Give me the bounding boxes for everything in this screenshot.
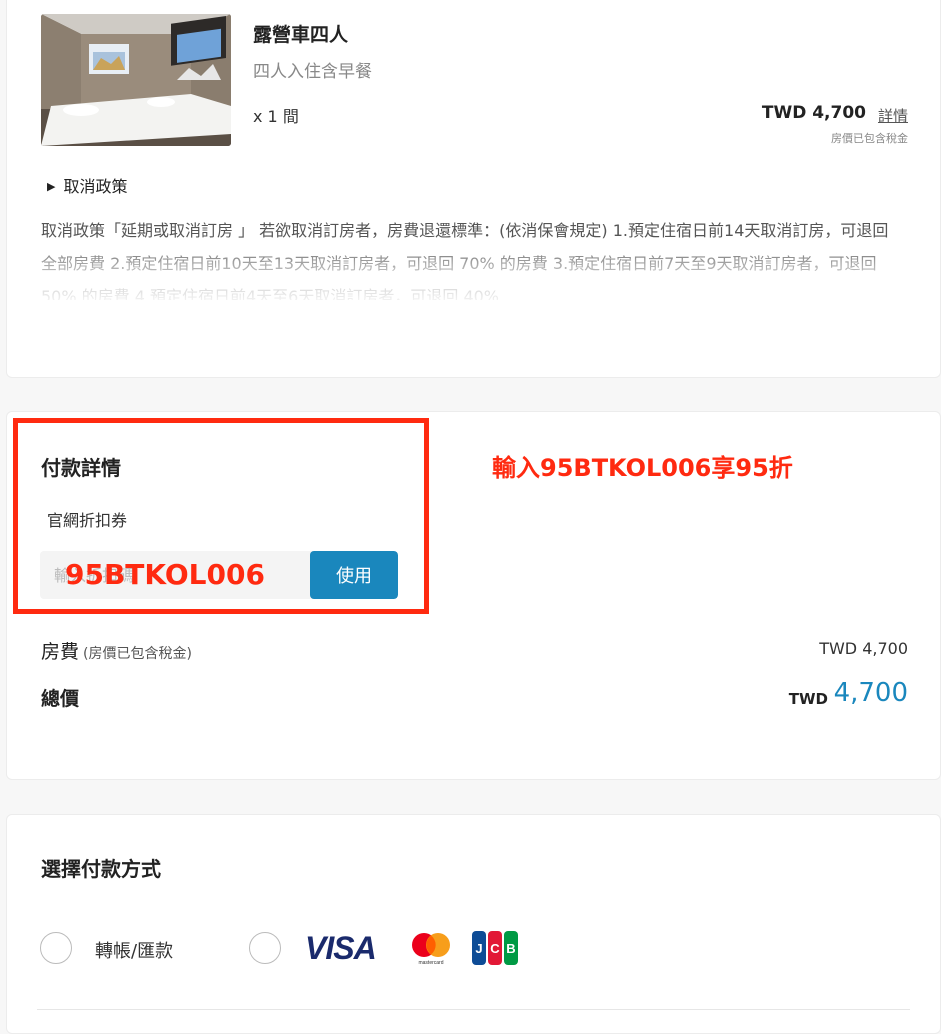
payment-title: 付款詳情 <box>41 456 121 480</box>
bank-transfer-radio[interactable] <box>40 932 72 964</box>
coupon-input[interactable] <box>40 551 310 599</box>
total-label: 總價 <box>41 688 80 710</box>
coupon-field-group: 使用 <box>40 551 398 599</box>
room-fee-text: 房費 <box>41 641 80 663</box>
room-fee-note: (房價已包含稅金) <box>83 646 192 662</box>
payment-method-card: 選擇付款方式 轉帳/匯款 VISA mastercard J C B <box>6 814 941 1034</box>
payment-details-card: 付款詳情 官網折扣券 使用 95BTKOL006 輸入95BTKOL006享95… <box>6 411 941 780</box>
detail-link[interactable]: 詳情 <box>878 105 908 126</box>
apply-coupon-button[interactable]: 使用 <box>310 551 398 599</box>
room-price: TWD 4,700 <box>761 103 866 123</box>
room-fee-label: 房費 (房價已包含稅金) <box>41 637 192 664</box>
tax-note: 房價已包含稅金 <box>831 132 908 145</box>
total-currency: TWD <box>788 690 828 708</box>
room-subtitle: 四人入住含早餐 <box>253 62 372 82</box>
promo-headline: 輸入95BTKOL006享95折 <box>492 454 793 482</box>
visa-logo: VISA <box>305 930 377 966</box>
mastercard-wordmark: mastercard <box>418 960 443 966</box>
triangle-right-icon: ▶ <box>47 180 56 193</box>
room-fee-value: TWD 4,700 <box>819 639 908 658</box>
svg-text:J: J <box>475 941 482 956</box>
cancel-policy-text: 取消政策「延期或取消訂房 」 若欲取消訂房者，房費退還標準：(依消保會規定) 1… <box>41 221 889 300</box>
room-quantity: x 1 間 <box>253 107 299 126</box>
mastercard-logo: mastercard <box>409 931 453 967</box>
room-card: 露營車四人 四人入住含早餐 x 1 間 TWD 4,700 詳情 房價已包含稅金… <box>6 0 941 378</box>
credit-card-radio[interactable] <box>249 932 281 964</box>
divider <box>37 1009 910 1010</box>
cancel-policy-label: 取消政策 <box>63 177 128 196</box>
svg-text:C: C <box>490 941 500 956</box>
bank-transfer-label: 轉帳/匯款 <box>95 941 174 962</box>
coupon-label: 官網折扣券 <box>47 511 128 530</box>
room-name: 露營車四人 <box>253 24 349 46</box>
total-value: 4,700 <box>833 678 908 708</box>
cancel-policy-toggle[interactable]: ▶ 取消政策 <box>47 173 127 197</box>
payment-method-title: 選擇付款方式 <box>41 857 161 881</box>
room-photo <box>41 14 231 146</box>
svg-text:B: B <box>506 941 515 956</box>
jcb-logo: J C B <box>472 931 518 965</box>
